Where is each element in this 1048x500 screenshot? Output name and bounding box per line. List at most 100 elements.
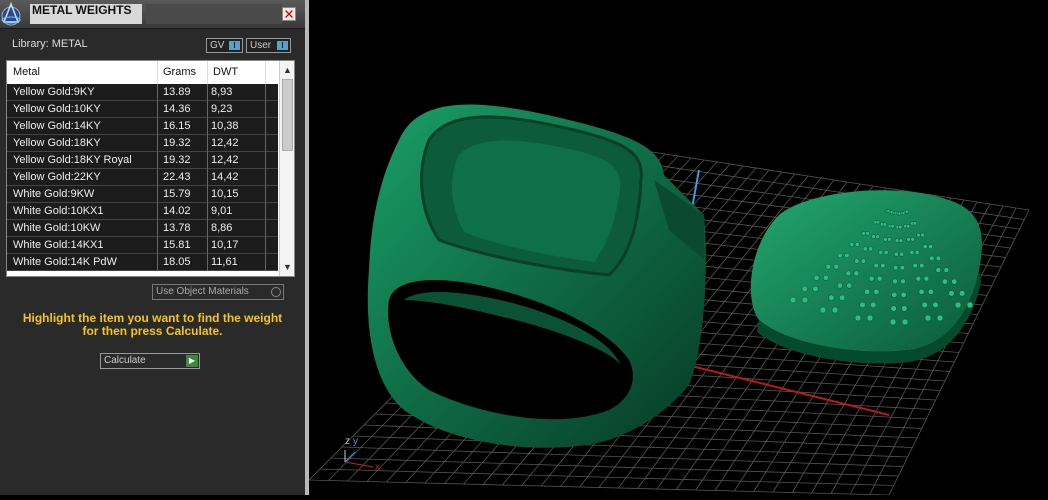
bead	[880, 262, 886, 269]
dwt-cell: 10,38	[211, 120, 239, 132]
cell-divider	[157, 203, 158, 220]
gv-toggle[interactable]: GV I	[206, 38, 243, 53]
bead	[915, 275, 922, 282]
play-icon[interactable]: ▶	[186, 355, 198, 367]
bead	[928, 244, 933, 250]
header-divider	[207, 61, 208, 84]
cell-divider	[265, 220, 266, 237]
bead	[801, 285, 808, 292]
table-row[interactable]: Yellow Gold:9KY 13.89 8,93	[7, 84, 278, 101]
bead	[789, 296, 797, 304]
calculate-button[interactable]: Calculate ▶	[100, 353, 200, 369]
grid-line	[330, 457, 899, 477]
bead	[882, 222, 887, 227]
cell-divider	[265, 84, 266, 101]
cell-divider	[265, 254, 266, 271]
bead	[887, 237, 892, 242]
table-row[interactable]: White Gold:10KW 13.78 8,86	[7, 220, 278, 237]
table-scrollbar[interactable]: ▲ ▼	[279, 61, 294, 276]
bead	[846, 282, 853, 289]
grams-cell: 13.89	[163, 86, 191, 98]
table-row[interactable]: Yellow Gold:18KY 19.32 12,42	[7, 135, 278, 152]
bead	[901, 305, 908, 312]
table-row[interactable]: White Gold:9KW 15.79 10,15	[7, 186, 278, 203]
bead	[876, 220, 881, 225]
bead	[899, 265, 905, 271]
bead	[854, 314, 862, 322]
bead	[920, 232, 925, 238]
bead	[959, 290, 966, 297]
bead	[890, 305, 897, 312]
bead	[890, 224, 895, 229]
table-row[interactable]: Yellow Gold:22KY 22.43 14,42	[7, 169, 278, 186]
table-row[interactable]: Yellow Gold:10KY 14.36 9,23	[7, 101, 278, 118]
bead	[875, 234, 880, 239]
scroll-up-icon[interactable]: ▲	[280, 63, 294, 77]
gv-toggle-switch: I	[229, 41, 240, 50]
bead	[904, 209, 909, 214]
ring-model[interactable]	[367, 104, 706, 448]
metal-cell: Yellow Gold:14KY	[13, 120, 101, 132]
scrollbar-thumb[interactable]	[282, 79, 293, 151]
bead	[873, 288, 880, 295]
bead	[936, 314, 944, 322]
bead	[910, 237, 915, 242]
bead	[935, 255, 942, 261]
signet-plate-model[interactable]	[750, 190, 982, 364]
table-body: Yellow Gold:9KY 13.89 8,93 Yellow Gold:10KY…	[7, 84, 278, 271]
grid-line	[319, 468, 894, 486]
metal-weights-panel: METAL WEIGHTS Library: METAL GV I User I…	[0, 0, 305, 495]
bead	[868, 246, 873, 252]
bead	[860, 258, 867, 264]
title-bar: METAL WEIGHTS	[0, 0, 305, 29]
column-header-dwt[interactable]: DWT	[213, 66, 238, 78]
bead	[813, 274, 820, 281]
bead	[812, 285, 819, 292]
cell-divider	[265, 169, 266, 186]
bead	[924, 314, 932, 322]
table-row[interactable]: White Gold:14K PdW 18.05 11,61	[7, 254, 278, 271]
bead	[906, 224, 911, 229]
bead	[854, 258, 860, 264]
scroll-down-icon[interactable]: ▼	[280, 260, 294, 274]
bead	[868, 275, 875, 282]
bead	[871, 234, 876, 239]
3d-viewport[interactable]: z y x	[308, 0, 1048, 496]
table-row[interactable]: Yellow Gold:18KY Royal 19.32 12,42	[7, 152, 278, 169]
cell-divider	[265, 152, 266, 169]
table-row[interactable]: White Gold:14KX1 15.81 10,17	[7, 237, 278, 254]
bead	[922, 244, 928, 250]
bead	[891, 291, 898, 298]
cell-divider	[157, 135, 158, 152]
bead	[899, 251, 905, 257]
bead	[906, 237, 911, 242]
grams-cell: 15.81	[163, 239, 191, 251]
grams-cell: 19.32	[163, 137, 191, 149]
bead	[932, 301, 939, 308]
bead	[831, 306, 839, 314]
user-toggle[interactable]: User I	[246, 38, 291, 53]
table-row[interactable]: White Gold:10KX1 14.02 9,01	[7, 203, 278, 220]
bead	[878, 250, 884, 255]
close-icon[interactable]	[282, 7, 296, 21]
bead	[898, 225, 903, 230]
metal-table: Metal Grams DWT Yellow Gold:9KY 13.89 8,93…	[6, 60, 295, 277]
table-row[interactable]: Yellow Gold:14KY 16.15 10,38	[7, 118, 278, 135]
title-drag-area[interactable]	[146, 4, 282, 24]
table-header: Metal Grams DWT	[7, 61, 278, 84]
bead	[870, 301, 877, 308]
cell-divider	[265, 135, 266, 152]
bead	[912, 221, 917, 226]
use-object-materials-toggle[interactable]: Use Object Materials	[152, 284, 284, 300]
column-header-grams[interactable]: Grams	[163, 66, 196, 78]
bead	[849, 242, 855, 247]
bead	[853, 270, 860, 277]
cell-divider	[207, 152, 208, 169]
cell-divider	[157, 169, 158, 186]
bead	[900, 278, 906, 285]
cell-divider	[265, 186, 266, 203]
bead	[914, 250, 920, 255]
cell-divider	[265, 101, 266, 118]
column-header-metal[interactable]: Metal	[13, 66, 40, 78]
radio-icon[interactable]	[271, 287, 281, 297]
